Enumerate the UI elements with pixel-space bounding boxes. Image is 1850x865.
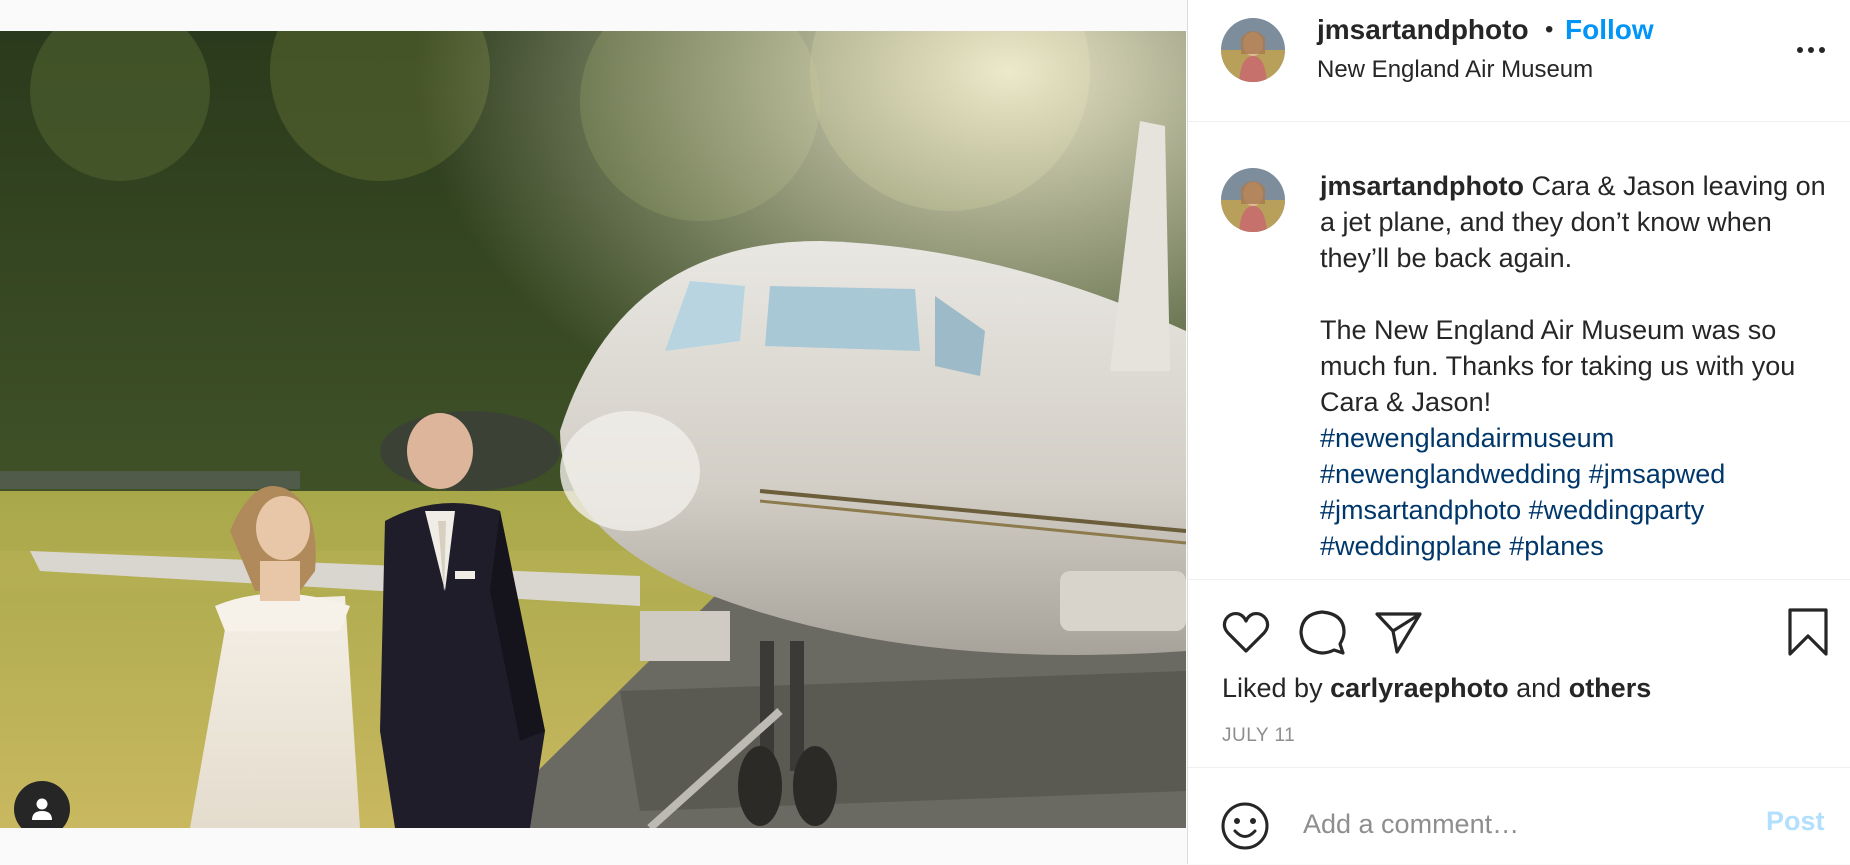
post-sidebar: jmsartandphoto • Follow New England Air … bbox=[1187, 0, 1850, 864]
heart-icon[interactable] bbox=[1220, 606, 1272, 658]
author-avatar[interactable] bbox=[1221, 18, 1285, 82]
user-tag-icon[interactable] bbox=[14, 781, 70, 828]
bookmark-icon[interactable] bbox=[1782, 606, 1834, 658]
ellipsis-icon[interactable] bbox=[1797, 40, 1837, 60]
comment-input[interactable] bbox=[1301, 798, 1745, 850]
more-dot bbox=[1819, 47, 1825, 53]
hashtag-link[interactable]: #newenglandairmuseum bbox=[1320, 423, 1614, 453]
post-actions: Liked by carlyraephoto and others JULY 1… bbox=[1188, 579, 1850, 766]
hashtag-link[interactable]: #newenglandwedding bbox=[1320, 459, 1581, 489]
caption-avatar[interactable] bbox=[1221, 168, 1285, 232]
hashtag-link[interactable]: #weddingparty bbox=[1529, 495, 1705, 525]
caption-username[interactable]: jmsartandphoto bbox=[1320, 171, 1524, 201]
comment-composer: Post bbox=[1188, 767, 1850, 865]
comments-section: jmsartandphoto Cara & Jason leaving on a… bbox=[1188, 122, 1850, 579]
post-photo-image bbox=[0, 31, 1186, 828]
more-dot bbox=[1808, 47, 1814, 53]
likes-prefix: Liked by bbox=[1222, 673, 1331, 703]
hashtag-link[interactable]: #jmsapwed bbox=[1589, 459, 1726, 489]
likes-others-link[interactable]: others bbox=[1569, 673, 1652, 703]
hashtag-list: #newenglandairmuseum #newenglandwedding … bbox=[1320, 420, 1830, 564]
likes-middle: and bbox=[1508, 673, 1569, 703]
hashtag-link[interactable]: #planes bbox=[1509, 531, 1604, 561]
hashtag-link[interactable]: #weddingplane bbox=[1320, 531, 1502, 561]
author-username[interactable]: jmsartandphoto bbox=[1317, 14, 1529, 46]
follow-button[interactable]: Follow bbox=[1565, 14, 1654, 46]
caption-line-2: The New England Air Museum was so much f… bbox=[1320, 315, 1796, 417]
more-dot bbox=[1797, 47, 1803, 53]
smiley-icon[interactable] bbox=[1219, 800, 1271, 852]
caption-text: jmsartandphoto Cara & Jason leaving on a… bbox=[1320, 168, 1830, 564]
paper-plane-icon[interactable] bbox=[1372, 606, 1424, 658]
location-link[interactable]: New England Air Museum bbox=[1317, 56, 1593, 84]
comment-icon[interactable] bbox=[1296, 606, 1348, 658]
hashtag-link[interactable]: #jmsartandphoto bbox=[1320, 495, 1521, 525]
post-photo[interactable] bbox=[0, 31, 1186, 828]
user-tag-glyph bbox=[32, 798, 52, 820]
post-header: jmsartandphoto • Follow New England Air … bbox=[1188, 0, 1850, 122]
post-date[interactable]: JULY 11 bbox=[1222, 725, 1295, 747]
post-comment-button[interactable]: Post bbox=[1766, 806, 1825, 837]
likes-summary: Liked by carlyraephoto and others bbox=[1222, 673, 1651, 704]
separator-dot: • bbox=[1545, 16, 1554, 43]
liked-by-user[interactable]: carlyraephoto bbox=[1330, 673, 1509, 703]
